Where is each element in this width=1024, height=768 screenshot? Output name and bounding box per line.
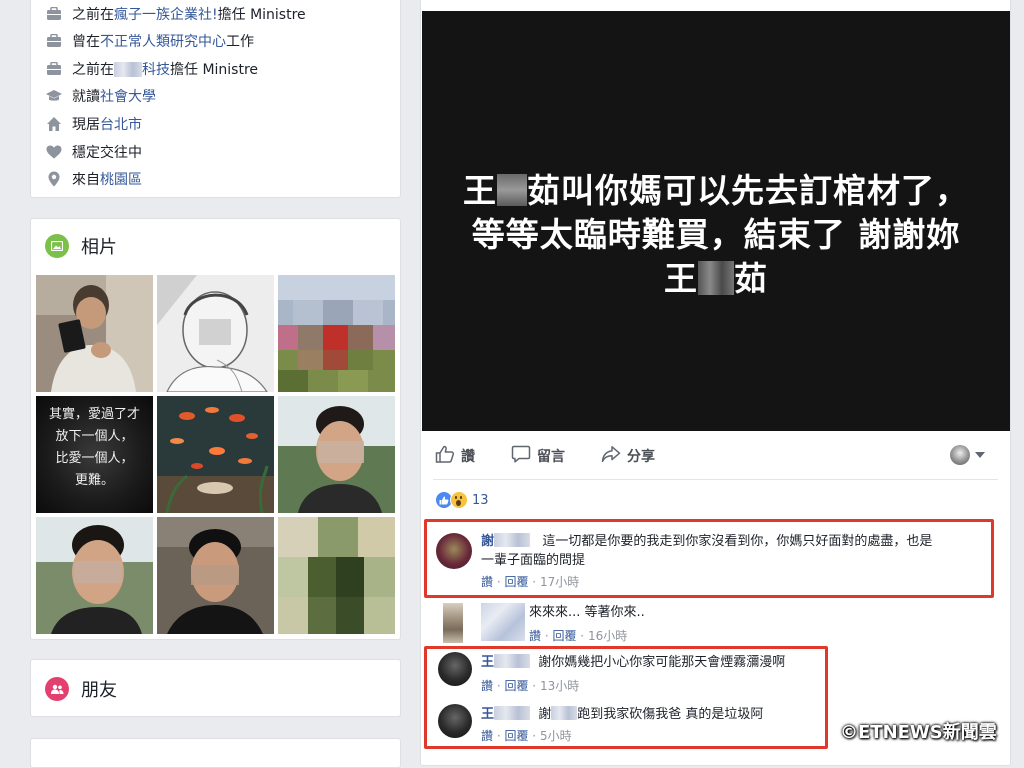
- heart-icon: [45, 143, 63, 161]
- pixelated-image: [278, 517, 395, 634]
- aquarium-fish-image: [157, 396, 274, 513]
- location-pin-icon: [45, 170, 63, 188]
- photo-thumbnail-3[interactable]: [278, 275, 395, 392]
- person-outdoor-image: [278, 396, 395, 513]
- home-icon: [45, 115, 63, 133]
- reaction-count: 13: [472, 492, 489, 508]
- friends-title: 朋友: [81, 680, 117, 701]
- share-button[interactable]: 分享: [601, 445, 655, 467]
- intro-item-hometown: 來自 桃園區: [45, 169, 142, 189]
- person-in-car-image: [157, 517, 274, 634]
- hometown-link[interactable]: 桃園區: [100, 169, 142, 189]
- photos-header[interactable]: 相片: [45, 233, 117, 259]
- comment-2-meta: 讚 · 回覆 · 16小時: [529, 629, 628, 643]
- briefcase-icon: [45, 60, 63, 78]
- briefcase-icon: [45, 32, 63, 50]
- intro-item-work-1: 之前在 瘋子一族企業社! 擔任 Ministre: [45, 4, 306, 24]
- intro-card: 之前在 瘋子一族企業社! 擔任 Ministre 曾在 不正常人類研究中心 工作 之前…: [30, 0, 401, 198]
- photos-icon: [45, 234, 69, 258]
- person-portrait-image: [36, 517, 153, 634]
- avatar: [950, 445, 970, 465]
- watermark: ©ETNEWS新聞雲: [840, 722, 997, 743]
- blurred-text: [114, 61, 142, 77]
- friends-card: 朋友: [30, 659, 401, 717]
- comment-time[interactable]: 16小時: [588, 629, 627, 643]
- friends-header[interactable]: 朋友: [45, 676, 117, 702]
- blurred-text: [481, 603, 525, 641]
- highlight-box-comment-1: [424, 519, 994, 598]
- intro-item-work-2: 曾在 不正常人類研究中心 工作: [45, 31, 254, 51]
- comment-bubble-icon: [511, 445, 537, 467]
- work-link-3[interactable]: 科技: [142, 59, 170, 79]
- highlight-box-comments-3-4: [424, 646, 828, 749]
- reactions-summary[interactable]: 13: [435, 491, 489, 509]
- intro-item-work-3: 之前在 科技 擔任 Ministre: [45, 59, 258, 79]
- thumbs-up-icon: [435, 445, 461, 467]
- work-link-2[interactable]: 不正常人類研究中心: [100, 31, 226, 51]
- intro-item-education: 就讀 社會大學: [45, 86, 156, 106]
- sketch-portrait-image: [157, 275, 274, 392]
- photo-thumbnail-8[interactable]: [157, 517, 274, 634]
- quote-caption: 其實，愛過了才 放下一個人， 比愛一個人， 更難。: [48, 407, 140, 488]
- next-card: [30, 738, 401, 768]
- post-as-selector[interactable]: [950, 445, 985, 465]
- intro-item-relationship: 穩定交往中: [45, 142, 142, 162]
- photo-thumbnail-7[interactable]: [36, 517, 153, 634]
- photos-card: 相片 其實，愛過了才 放下一個人， 比愛一個人， 更難。: [30, 218, 401, 640]
- photos-title: 相片: [81, 237, 117, 258]
- comment-2-body: 來來來... 等著你來..: [529, 605, 645, 620]
- share-arrow-icon: [601, 445, 627, 467]
- post-image-text: 王茹叫你媽可以先去訂棺材了， 等等太臨時難買，結束了 謝謝妳 王茹: [463, 171, 969, 298]
- blurred-text: [497, 174, 527, 206]
- post-image[interactable]: 王茹叫你媽可以先去訂棺材了， 等等太臨時難買，結束了 謝謝妳 王茹: [422, 11, 1010, 431]
- intro-item-current-city: 現居 台北市: [45, 114, 142, 134]
- comment-reply-link[interactable]: 回覆: [552, 629, 576, 643]
- photo-thumbnail-2[interactable]: [157, 275, 274, 392]
- photo-thumbnail-6[interactable]: [278, 396, 395, 513]
- photo-thumbnail-9[interactable]: [278, 517, 395, 634]
- wow-reaction-icon: [450, 491, 468, 509]
- comment-button[interactable]: 留言: [511, 445, 565, 467]
- caret-down-icon: [975, 452, 985, 458]
- photo-thumbnail-5[interactable]: [157, 396, 274, 513]
- photo-thumbnail-4[interactable]: 其實，愛過了才 放下一個人， 比愛一個人， 更難。: [36, 396, 153, 513]
- like-button[interactable]: 讚: [435, 445, 475, 467]
- divider: [433, 479, 998, 480]
- person-holding-phone-image: [36, 275, 153, 392]
- work-link-1[interactable]: 瘋子一族企業社!: [114, 4, 218, 24]
- blurred-text: [698, 261, 734, 295]
- photo-thumbnail-1[interactable]: [36, 275, 153, 392]
- comment-like-link[interactable]: 讚: [529, 629, 541, 643]
- briefcase-icon: [45, 5, 63, 23]
- friends-icon: [45, 677, 69, 701]
- school-link[interactable]: 社會大學: [100, 86, 156, 106]
- avatar[interactable]: [443, 603, 463, 643]
- graduation-cap-icon: [45, 87, 63, 105]
- current-city-link[interactable]: 台北市: [100, 114, 142, 134]
- pixelated-image: [278, 275, 395, 392]
